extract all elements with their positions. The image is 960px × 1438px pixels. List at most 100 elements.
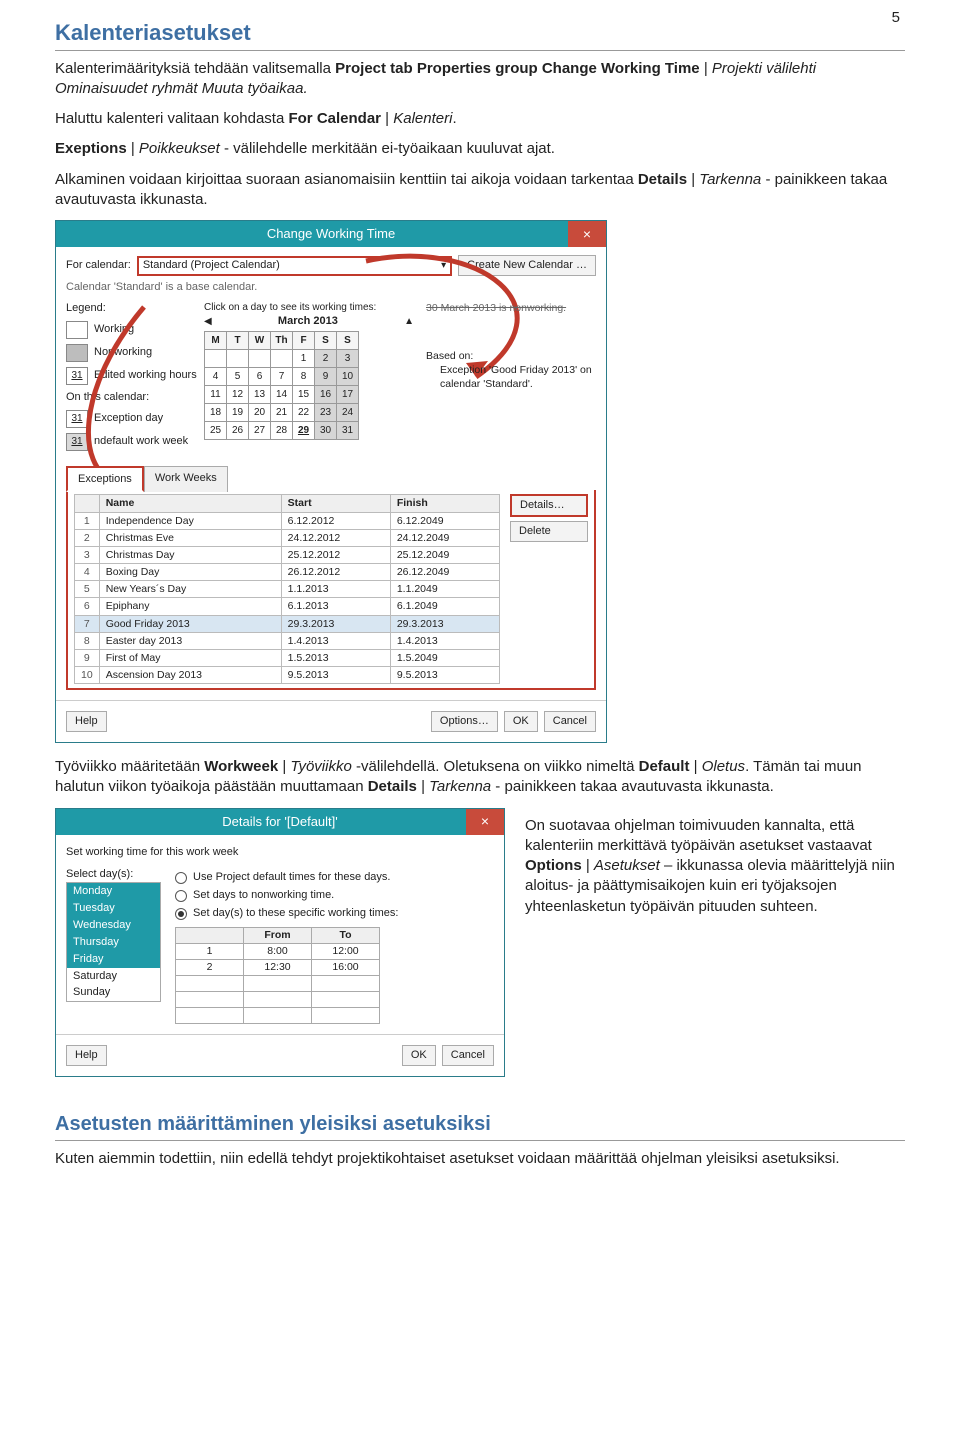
cal-prev-icon[interactable]: ◀ [204,315,212,329]
list-item[interactable]: Tuesday [67,900,160,917]
cal-day-cell[interactable]: 6 [249,368,271,386]
cal-day-cell[interactable]: 26 [227,422,249,440]
table-row[interactable]: 5New Years´s Day1.1.20131.1.2049 [75,581,500,598]
ok-button[interactable]: OK [402,1045,436,1066]
cal-day-cell[interactable]: 13 [249,386,271,404]
table-row[interactable]: 9First of May1.5.20131.5.2049 [75,649,500,666]
day-list[interactable]: MondayTuesdayWednesdayThursdayFridaySatu… [66,882,161,1002]
calendar-grid[interactable]: MTWThFSS 1234567891011121314151617181920… [204,331,359,440]
for-calendar-label: For calendar: [66,258,131,273]
list-item[interactable]: Monday [67,883,160,900]
close-icon[interactable]: × [568,221,606,247]
cal-day-cell[interactable] [271,350,293,368]
table-row[interactable]: 6Epiphany6.1.20136.1.2049 [75,598,500,615]
cal-day-cell[interactable]: 17 [337,386,359,404]
table-row[interactable]: 3Christmas Day25.12.201225.12.2049 [75,546,500,563]
legend-ndef-icon: 31 [66,433,88,451]
details-default-dialog: Details for '[Default]' × Set working ti… [55,808,505,1077]
table-row[interactable]: 8Easter day 20131.4.20131.4.2013 [75,632,500,649]
cal-day-cell[interactable]: 20 [249,404,271,422]
radio-specific[interactable]: Set day(s) to these specific working tim… [175,906,494,921]
legend-ndef: ndefault work week [94,434,188,449]
close-icon[interactable]: × [466,809,504,835]
options-button[interactable]: Options… [431,711,498,732]
for-calendar-select[interactable]: Standard (Project Calendar) ▾ [137,256,452,276]
cal-day-cell[interactable]: 5 [227,368,249,386]
tab-workweeks[interactable]: Work Weeks [144,466,228,493]
cal-day-cell[interactable] [249,350,271,368]
from-to-table[interactable]: FromTo 18:0012:00212:3016:00 [175,927,380,1024]
cal-day-cell[interactable]: 16 [315,386,337,404]
table-row[interactable]: 7Good Friday 201329.3.201329.3.2013 [75,615,500,632]
exceptions-table[interactable]: Name Start Finish 1Independence Day6.12.… [74,494,500,684]
list-item[interactable]: Thursday [67,934,160,951]
cal-day-cell[interactable]: 2 [315,350,337,368]
cal-day-cell[interactable]: 1 [293,350,315,368]
cal-day-cell[interactable]: 9 [315,368,337,386]
cal-day-cell[interactable]: 7 [271,368,293,386]
cal-day-cell[interactable] [205,350,227,368]
legend-onthis: On this calendar: [66,390,198,405]
table-row[interactable]: 2Christmas Eve24.12.201224.12.2049 [75,529,500,546]
cal-day-cell[interactable]: 14 [271,386,293,404]
table-row[interactable]: 1Independence Day6.12.20126.12.2049 [75,512,500,529]
change-working-time-dialog: Change Working Time × For calendar: Stan… [55,220,607,743]
cal-day-cell[interactable]: 31 [337,422,359,440]
list-item[interactable]: Sunday [67,984,160,1001]
cal-day-cell[interactable]: 29 [293,422,315,440]
list-item[interactable]: Friday [67,951,160,968]
cal-day-cell[interactable]: 11 [205,386,227,404]
legend-working: Working [94,322,134,337]
ok-button[interactable]: OK [504,711,538,732]
cal-day-cell[interactable]: 10 [337,368,359,386]
tab-exceptions[interactable]: Exceptions [66,466,144,493]
legend-edited: Edited working hours [94,368,197,383]
cal-day-cell[interactable] [227,350,249,368]
legend-edited-icon: 31 [66,367,88,385]
cal-dow-cell: W [249,332,271,350]
table-row[interactable]: 18:0012:00 [176,944,380,960]
cal-dow-cell: S [337,332,359,350]
cal-day-cell[interactable]: 25 [205,422,227,440]
page-number: 5 [892,8,900,28]
create-new-calendar-button[interactable]: Create New Calendar … [458,255,596,276]
cal-day-cell[interactable]: 19 [227,404,249,422]
legend-nonworking: Nonworking [94,345,152,360]
radio-nonworking[interactable]: Set days to nonworking time. [175,888,494,903]
help-button[interactable]: Help [66,711,107,732]
cal-up-icon[interactable]: ▲ [404,315,414,329]
details-button[interactable]: Details… [510,494,588,517]
cal-day-cell[interactable]: 12 [227,386,249,404]
cal-day-cell[interactable]: 21 [271,404,293,422]
cancel-button[interactable]: Cancel [442,1045,494,1066]
delete-button[interactable]: Delete [510,521,588,542]
col-start: Start [281,495,390,512]
cal-day-cell[interactable]: 15 [293,386,315,404]
cal-day-cell[interactable]: 3 [337,350,359,368]
based-on-text: Exception 'Good Friday 2013' on calendar… [426,363,596,391]
cal-day-cell[interactable]: 8 [293,368,315,386]
cal-dow-cell: T [227,332,249,350]
list-item[interactable]: Saturday [67,968,160,985]
cal-day-cell[interactable]: 24 [337,404,359,422]
cal-day-cell[interactable]: 18 [205,404,227,422]
legend-exc: Exception day [94,411,163,426]
cal-day-cell[interactable]: 22 [293,404,315,422]
cal-day-cell[interactable]: 28 [271,422,293,440]
list-item[interactable]: Wednesday [67,917,160,934]
base-calendar-note: Calendar 'Standard' is a base calendar. [66,280,596,295]
cal-day-cell[interactable]: 27 [249,422,271,440]
calendar-month: March 2013 [218,314,398,329]
cancel-button[interactable]: Cancel [544,711,596,732]
heading-main: Kalenteriasetukset [55,18,905,51]
cal-day-cell[interactable]: 23 [315,404,337,422]
clicknote: Click on a day to see its working times: [204,301,414,315]
table-row[interactable]: 4Boxing Day26.12.201226.12.2049 [75,564,500,581]
radio-default[interactable]: Use Project default times for these days… [175,870,494,885]
cal-day-cell[interactable]: 4 [205,368,227,386]
cal-day-cell[interactable]: 30 [315,422,337,440]
table-row[interactable]: 212:3016:00 [176,960,380,976]
help-button[interactable]: Help [66,1045,107,1066]
table-row[interactable]: 10Ascension Day 20139.5.20139.5.2013 [75,667,500,684]
col-name: Name [99,495,281,512]
